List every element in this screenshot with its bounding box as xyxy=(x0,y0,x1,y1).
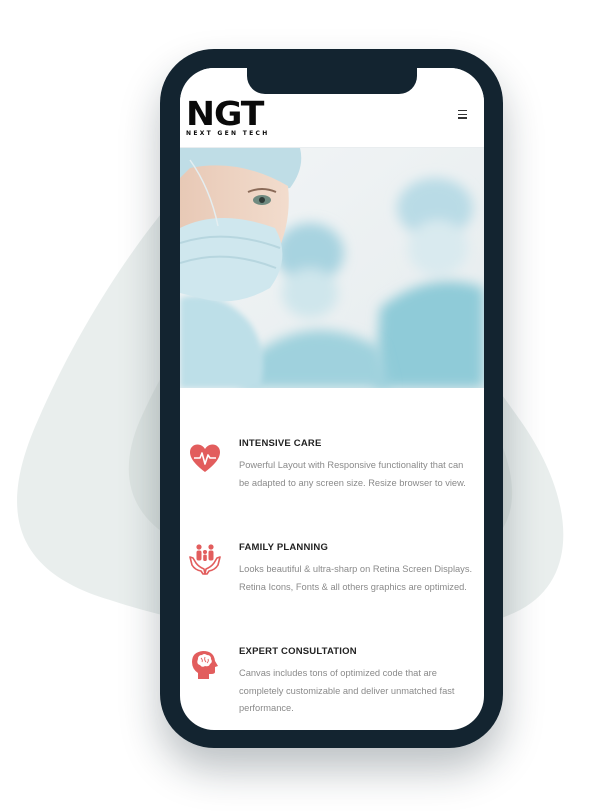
site-logo[interactable]: NGT NEXT GEN TECH xyxy=(186,97,270,137)
phone-screen: NGT NEXT GEN TECH INTENSIVE CARE Powerfu… xyxy=(180,68,484,730)
logo-mark: NGT xyxy=(186,94,264,133)
heart-pulse-icon xyxy=(190,444,220,472)
feature-title: INTENSIVE CARE xyxy=(239,438,322,449)
hero-image xyxy=(180,148,484,388)
feature-description: Powerful Layout with Responsive function… xyxy=(239,460,466,488)
head-brain-icon xyxy=(192,651,218,679)
family-hands-icon xyxy=(189,544,221,575)
feature-title: FAMILY PLANNING xyxy=(239,542,329,553)
hamburger-menu-icon[interactable] xyxy=(458,110,467,119)
feature-title: EXPERT CONSULTATION xyxy=(239,646,357,657)
feature-description: Looks beautiful & ultra-sharp on Retina … xyxy=(239,564,473,592)
feature-description: Canvas includes tons of optimized code t… xyxy=(239,668,455,713)
phone-notch xyxy=(247,68,417,94)
